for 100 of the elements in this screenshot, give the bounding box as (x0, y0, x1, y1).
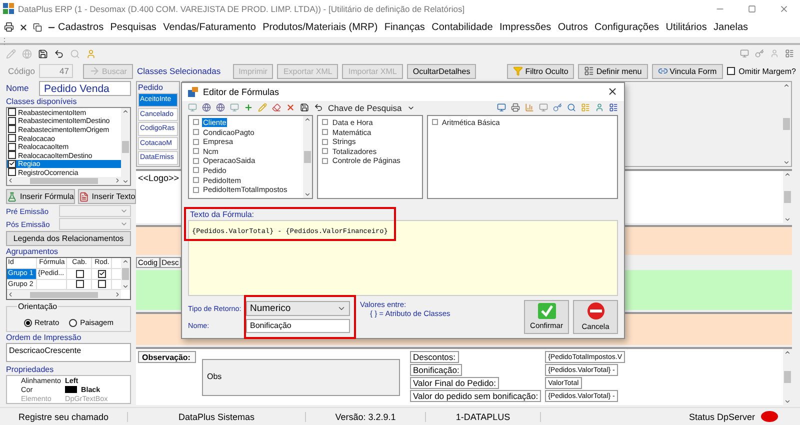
class-checkbox[interactable] (8, 142, 16, 151)
eraser-icon[interactable] (272, 103, 281, 112)
key-icon[interactable] (755, 49, 764, 58)
menu-item[interactable]: Produtos/Materiais (MRP) (262, 22, 378, 32)
close-icon[interactable] (19, 22, 28, 32)
insert-button[interactable]: Inserir Fórmula (6, 189, 75, 204)
vertical-scrollbar[interactable] (782, 82, 791, 166)
vertical-scrollbar[interactable] (303, 116, 312, 198)
restore-icon[interactable] (33, 22, 42, 32)
menu-item[interactable]: Configurações (594, 22, 660, 32)
scroll-down-icon[interactable] (783, 159, 790, 166)
scroll-thumb[interactable] (30, 292, 98, 298)
scroll-up-icon[interactable] (122, 258, 129, 265)
radio-button[interactable] (69, 318, 78, 326)
search-icon[interactable] (567, 103, 576, 112)
add-icon[interactable] (244, 103, 253, 112)
search-key-dropdown[interactable]: Chave de Pesquisa (328, 102, 402, 113)
list-icon[interactable] (609, 103, 618, 112)
return-type-select[interactable]: Numerico (246, 300, 350, 316)
vertical-scrollbar[interactable] (783, 171, 792, 223)
horizontal-scrollbar[interactable] (7, 176, 121, 185)
scroll-down-icon[interactable] (304, 190, 312, 198)
radio-button[interactable] (24, 318, 32, 326)
print-order-field[interactable]: DescricaoCrescente (6, 343, 131, 362)
globe-icon[interactable] (202, 103, 211, 112)
scroll-down-icon[interactable] (122, 283, 129, 290)
globe-icon[interactable] (216, 103, 225, 112)
close-icon[interactable] (607, 86, 618, 98)
expand-icon[interactable] (432, 119, 438, 126)
monitor-icon[interactable] (497, 103, 506, 112)
save-icon[interactable] (300, 103, 309, 112)
scroll-up-icon[interactable] (784, 171, 791, 178)
footer-checkbox[interactable] (98, 280, 106, 288)
scroll-down-icon[interactable] (122, 178, 129, 185)
scroll-right-icon[interactable] (114, 177, 121, 184)
menu-item[interactable]: Finanças (384, 22, 425, 32)
user-icon[interactable] (595, 103, 604, 112)
list-icon[interactable] (785, 49, 794, 58)
monitor-icon[interactable] (188, 103, 197, 112)
action-button[interactable]: OcultarDetalhes (406, 64, 476, 78)
scroll-thumb[interactable] (30, 178, 98, 184)
scroll-left-icon[interactable] (7, 291, 14, 298)
scroll-up-icon[interactable] (783, 82, 790, 89)
scroll-up-icon[interactable] (122, 108, 129, 115)
menu-item[interactable]: Outros (558, 22, 588, 32)
name-field[interactable]: Bonificação (246, 318, 350, 333)
class-checkbox[interactable] (8, 160, 16, 168)
logo-field[interactable]: <<Logo>> (138, 173, 180, 183)
vertical-scrollbar[interactable] (121, 108, 130, 185)
name-field[interactable]: Pedido Venda (39, 81, 131, 96)
scroll-thumb[interactable] (783, 118, 790, 130)
class-checkbox[interactable] (8, 116, 16, 125)
class-checkbox[interactable] (8, 108, 16, 116)
printer-icon[interactable] (4, 22, 14, 32)
scroll-right-icon[interactable] (114, 291, 121, 298)
chart-icon[interactable] (525, 103, 534, 112)
scroll-down-icon[interactable] (784, 398, 791, 405)
monitor-icon[interactable] (740, 49, 749, 58)
class-checkbox[interactable] (8, 134, 16, 142)
menu-item[interactable]: Vendas/Faturamento (163, 22, 256, 32)
undo-icon[interactable] (54, 48, 64, 58)
undo-icon[interactable] (314, 103, 323, 112)
menu-item[interactable]: Cadastros (58, 22, 104, 32)
legend-button[interactable]: Legenda dos Relacionamentos (6, 231, 131, 246)
save-icon[interactable] (38, 48, 48, 58)
menu-item[interactable]: Pesquisas (110, 22, 156, 32)
tool-button[interactable]: Vincula Form (652, 64, 723, 78)
insert-button[interactable]: Inserir Texto (78, 189, 136, 204)
scroll-thumb[interactable] (304, 150, 312, 163)
vertical-scrollbar[interactable] (783, 349, 792, 405)
user-icon[interactable] (86, 48, 96, 58)
vertical-scrollbar[interactable] (121, 258, 130, 290)
maximize-icon[interactable] (748, 4, 756, 12)
monitor-icon[interactable] (539, 103, 548, 112)
menu-item[interactable]: Janelas (714, 22, 748, 32)
tool-button[interactable]: Definir menu (578, 64, 648, 78)
scroll-thumb[interactable] (784, 191, 791, 203)
key-icon[interactable] (553, 103, 562, 112)
header-checkbox[interactable] (76, 280, 84, 288)
menu-item[interactable]: Contabilidade (432, 22, 493, 32)
scroll-left-icon[interactable] (7, 177, 14, 184)
class-checkbox[interactable] (8, 125, 16, 134)
menu-item[interactable]: Impressões (499, 22, 552, 32)
class-checkbox[interactable] (8, 151, 16, 160)
scroll-up-icon[interactable] (304, 116, 312, 123)
class-checkbox[interactable] (8, 168, 16, 176)
monitor-icon[interactable] (230, 103, 239, 112)
delete-icon[interactable] (286, 103, 295, 112)
header-checkbox[interactable] (76, 270, 84, 278)
horizontal-scrollbar[interactable] (7, 290, 121, 300)
edit-icon[interactable] (258, 103, 267, 112)
scroll-thumb[interactable] (122, 268, 129, 280)
omit-margin-checkbox[interactable] (726, 67, 735, 75)
footer-checkbox[interactable] (98, 270, 106, 278)
code-field[interactable]: 47 (38, 64, 73, 78)
tool-button[interactable]: Filtro Oculto (507, 64, 574, 78)
scroll-down-icon[interactable] (784, 216, 791, 223)
menu-item[interactable]: Utilitários (666, 22, 707, 32)
scroll-thumb[interactable] (784, 371, 791, 383)
scroll-thumb[interactable] (122, 140, 129, 152)
